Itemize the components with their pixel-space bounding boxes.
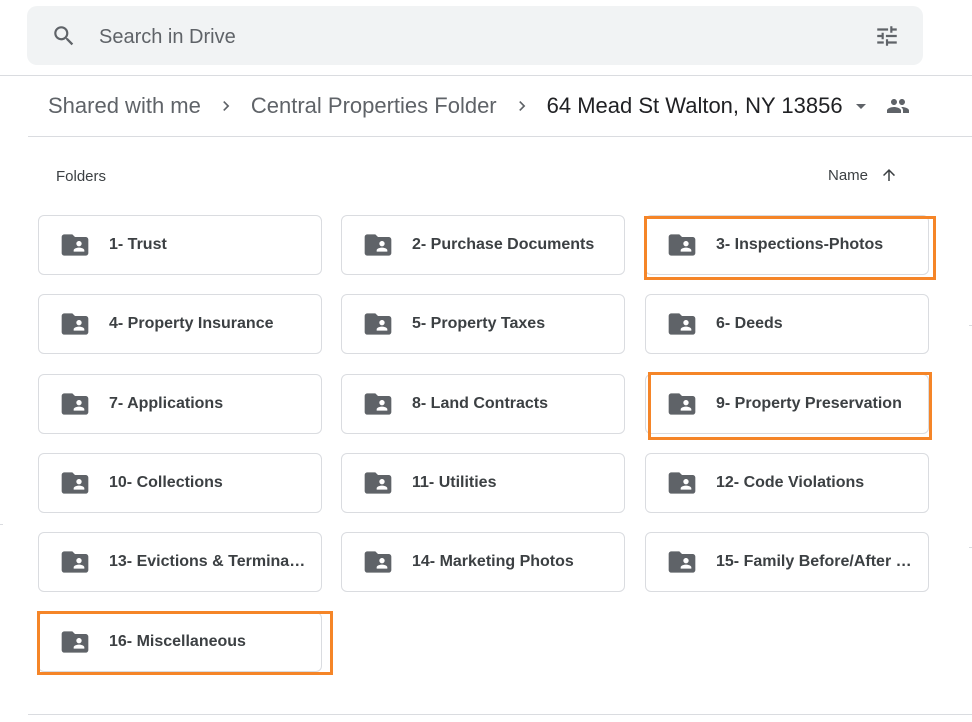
folder-card[interactable]: 8- Land Contracts — [341, 374, 625, 434]
shared-folder-icon — [668, 472, 696, 494]
shared-folder-icon — [668, 313, 696, 335]
shared-folder-icon — [61, 313, 89, 335]
folder-card[interactable]: 16- Miscellaneous — [38, 612, 322, 672]
folder-name: 12- Code Violations — [716, 474, 865, 491]
header-divider — [0, 75, 972, 76]
folder-name: 4- Property Insurance — [109, 315, 274, 332]
shared-folder-icon — [364, 313, 392, 335]
folder-card[interactable]: 12- Code Violations — [645, 453, 929, 513]
shared-folder-icon — [668, 234, 696, 256]
folder-name: 11- Utilities — [412, 474, 497, 491]
folder-card[interactable]: 13- Evictions & Terminati… — [38, 532, 322, 592]
folder-card[interactable]: 14- Marketing Photos — [341, 532, 625, 592]
shared-folder-icon — [61, 472, 89, 494]
folder-card[interactable]: 9- Property Preservation — [645, 374, 929, 434]
folder-card[interactable]: 3- Inspections-Photos — [645, 215, 929, 275]
folder-card[interactable]: 7- Applications — [38, 374, 322, 434]
breadcrumb-divider — [28, 136, 972, 137]
folder-name: 10- Collections — [109, 474, 223, 491]
folder-name: 5- Property Taxes — [412, 315, 546, 332]
folder-name: 15- Family Before/After P… — [716, 553, 914, 570]
shared-folder-icon — [61, 631, 89, 653]
folder-card[interactable]: 2- Purchase Documents — [341, 215, 625, 275]
folder-name: 13- Evictions & Terminati… — [109, 553, 307, 570]
shared-folder-icon — [61, 393, 89, 415]
people-icon[interactable] — [883, 94, 913, 118]
breadcrumb: Shared with me Central Properties Folder… — [48, 88, 913, 124]
folder-name: 7- Applications — [109, 395, 224, 412]
chevron-right-icon — [201, 94, 251, 118]
search-bar[interactable] — [27, 6, 923, 65]
breadcrumb-central-properties-folder[interactable]: Central Properties Folder — [251, 93, 497, 119]
sort-label: Name — [828, 166, 869, 184]
arrow-drop-down-icon[interactable] — [843, 94, 879, 118]
tune-icon[interactable] — [873, 23, 901, 49]
search-icon[interactable] — [51, 23, 77, 49]
folder-name: 9- Property Preservation — [716, 395, 902, 412]
breadcrumb-shared-with-me[interactable]: Shared with me — [48, 93, 201, 119]
shared-folder-icon — [61, 551, 89, 573]
folder-card[interactable]: 1- Trust — [38, 215, 322, 275]
shared-folder-icon — [61, 234, 89, 256]
folder-card[interactable]: 5- Property Taxes — [341, 294, 625, 354]
breadcrumb-current-folder[interactable]: 64 Mead St Walton, NY 13856 — [547, 93, 843, 119]
arrow-up-icon[interactable] — [880, 166, 898, 184]
sort-by-name-button[interactable]: Name — [828, 162, 898, 188]
folder-name: 6- Deeds — [716, 315, 783, 332]
shared-folder-icon — [668, 551, 696, 573]
folder-card[interactable]: 10- Collections — [38, 453, 322, 513]
shared-folder-icon — [364, 393, 392, 415]
shared-folder-icon — [668, 393, 696, 415]
shared-folder-icon — [364, 551, 392, 573]
folder-name: 16- Miscellaneous — [109, 633, 246, 650]
chevron-right-icon — [497, 94, 547, 118]
search-input[interactable] — [97, 18, 801, 56]
shared-folder-icon — [364, 234, 392, 256]
folder-name: 3- Inspections-Photos — [716, 236, 884, 253]
folders-section-label: Folders — [56, 168, 107, 185]
shared-folder-icon — [364, 472, 392, 494]
panel-edge — [0, 524, 3, 525]
folder-card[interactable]: 15- Family Before/After P… — [645, 532, 929, 592]
folder-card[interactable]: 4- Property Insurance — [38, 294, 322, 354]
folder-name: 8- Land Contracts — [412, 395, 549, 412]
folder-name: 1- Trust — [109, 236, 167, 253]
folder-card[interactable]: 11- Utilities — [341, 453, 625, 513]
folder-card[interactable]: 6- Deeds — [645, 294, 929, 354]
folder-name: 2- Purchase Documents — [412, 236, 595, 253]
folder-name: 14- Marketing Photos — [412, 553, 574, 570]
footer-divider — [28, 714, 972, 715]
